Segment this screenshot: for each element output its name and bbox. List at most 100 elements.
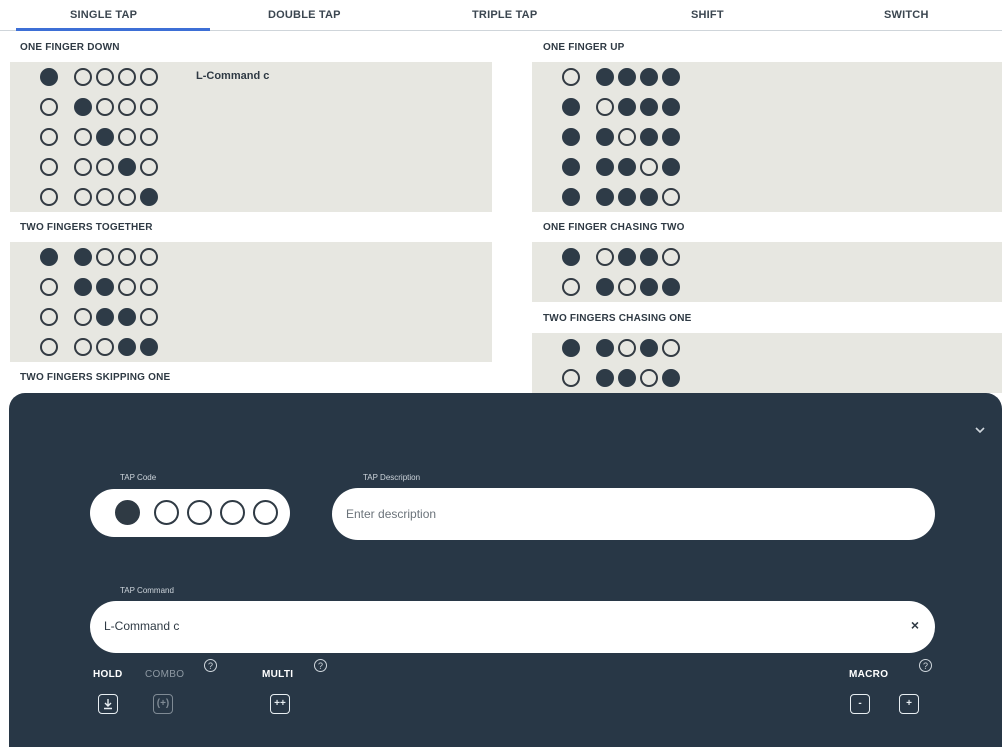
tap-command-value: L-Command c: [104, 619, 180, 633]
finger-up-dot: [118, 188, 136, 206]
finger-up-dot: [96, 98, 114, 116]
finger-up-dot: [74, 188, 92, 206]
finger-up-dot: [140, 68, 158, 86]
section-title-two-fingers-skipping-one: TWO FINGERS SKIPPING ONE: [20, 372, 171, 383]
finger-up-dot: [118, 68, 136, 86]
tap-row[interactable]: [532, 182, 1002, 212]
finger-up-dot: [562, 278, 580, 296]
finger-up-dot: [140, 248, 158, 266]
finger-down-dot: [618, 98, 636, 116]
tap-row[interactable]: [532, 333, 1002, 363]
tap-row[interactable]: [532, 272, 1002, 302]
tap-row[interactable]: [532, 363, 1002, 393]
finger-down-dot: [118, 338, 136, 356]
finger-down-dot: [96, 128, 114, 146]
finger-down-dot: [596, 369, 614, 387]
tap-row[interactable]: L-Command c: [10, 62, 492, 92]
finger-up-dot: [662, 339, 680, 357]
tap-row[interactable]: [10, 242, 492, 272]
tap-row[interactable]: [10, 302, 492, 332]
row-command-label: L-Command c: [196, 70, 270, 82]
tap-code-display[interactable]: [90, 489, 290, 537]
finger-up-dot: [74, 68, 92, 86]
finger-up-dot: [74, 158, 92, 176]
finger-up-dot: [187, 500, 212, 525]
finger-up-dot: [40, 338, 58, 356]
finger-down-dot: [74, 278, 92, 296]
finger-up-dot: [618, 128, 636, 146]
finger-down-dot: [640, 248, 658, 266]
finger-up-dot: [562, 68, 580, 86]
finger-up-dot: [40, 308, 58, 326]
finger-down-dot: [596, 68, 614, 86]
hold-icon: [104, 699, 112, 710]
hold-button[interactable]: [98, 694, 118, 714]
tap-command-field[interactable]: L-Command c ×: [90, 601, 935, 653]
finger-up-dot: [596, 98, 614, 116]
macro-help-icon[interactable]: ?: [919, 659, 932, 672]
finger-up-dot: [618, 339, 636, 357]
clear-command-button[interactable]: ×: [911, 617, 919, 633]
chevron-down-icon[interactable]: [974, 423, 986, 435]
finger-up-dot: [96, 248, 114, 266]
finger-down-dot: [618, 369, 636, 387]
finger-down-dot: [96, 308, 114, 326]
finger-down-dot: [562, 248, 580, 266]
finger-down-dot: [96, 278, 114, 296]
tab-triple-tap[interactable]: TRIPLE TAP: [472, 9, 537, 21]
tap-description-input[interactable]: [346, 488, 916, 540]
finger-up-dot: [140, 308, 158, 326]
macro-minus-button[interactable]: -: [850, 694, 870, 714]
finger-up-dot: [140, 128, 158, 146]
finger-up-dot: [562, 369, 580, 387]
finger-down-dot: [74, 248, 92, 266]
finger-down-dot: [596, 128, 614, 146]
finger-down-dot: [118, 158, 136, 176]
finger-down-dot: [618, 248, 636, 266]
finger-up-dot: [140, 158, 158, 176]
tap-command-label: TAP Command: [120, 586, 174, 595]
tap-row[interactable]: [10, 122, 492, 152]
finger-up-dot: [140, 98, 158, 116]
finger-up-dot: [40, 98, 58, 116]
finger-up-dot: [253, 500, 278, 525]
tap-row[interactable]: [10, 332, 492, 362]
finger-down-dot: [618, 158, 636, 176]
tab-double-tap[interactable]: DOUBLE TAP: [268, 9, 341, 21]
finger-down-dot: [662, 128, 680, 146]
tap-row[interactable]: [532, 92, 1002, 122]
finger-up-dot: [140, 278, 158, 296]
tap-row[interactable]: [532, 122, 1002, 152]
tap-editor-panel: TAP Code TAP Description TAP Command L-C…: [9, 393, 1002, 747]
combo-button[interactable]: (+): [153, 694, 173, 714]
tap-row[interactable]: [10, 182, 492, 212]
tap-row[interactable]: [10, 272, 492, 302]
tab-bar: SINGLE TAP DOUBLE TAP TRIPLE TAP SHIFT S…: [0, 0, 1002, 31]
tab-single-tap[interactable]: SINGLE TAP: [70, 9, 137, 21]
finger-up-dot: [118, 98, 136, 116]
tap-description-field[interactable]: [332, 488, 935, 540]
tap-row[interactable]: [532, 62, 1002, 92]
tap-row[interactable]: [10, 152, 492, 182]
finger-up-dot: [220, 500, 245, 525]
finger-up-dot: [596, 248, 614, 266]
tap-code-label: TAP Code: [120, 473, 157, 482]
finger-down-dot: [140, 188, 158, 206]
tab-switch[interactable]: SWITCH: [884, 9, 929, 21]
finger-down-dot: [596, 158, 614, 176]
finger-up-dot: [118, 248, 136, 266]
macro-plus-button[interactable]: +: [899, 694, 919, 714]
multi-button[interactable]: ++: [270, 694, 290, 714]
combo-help-icon[interactable]: ?: [204, 659, 217, 672]
finger-down-dot: [596, 188, 614, 206]
tab-shift[interactable]: SHIFT: [691, 9, 724, 21]
tap-row[interactable]: [532, 242, 1002, 272]
finger-down-dot: [640, 339, 658, 357]
tap-row[interactable]: [532, 152, 1002, 182]
finger-down-dot: [662, 278, 680, 296]
multi-help-icon[interactable]: ?: [314, 659, 327, 672]
tap-row[interactable]: [10, 92, 492, 122]
finger-down-dot: [115, 500, 140, 525]
finger-down-dot: [618, 188, 636, 206]
finger-down-dot: [640, 188, 658, 206]
